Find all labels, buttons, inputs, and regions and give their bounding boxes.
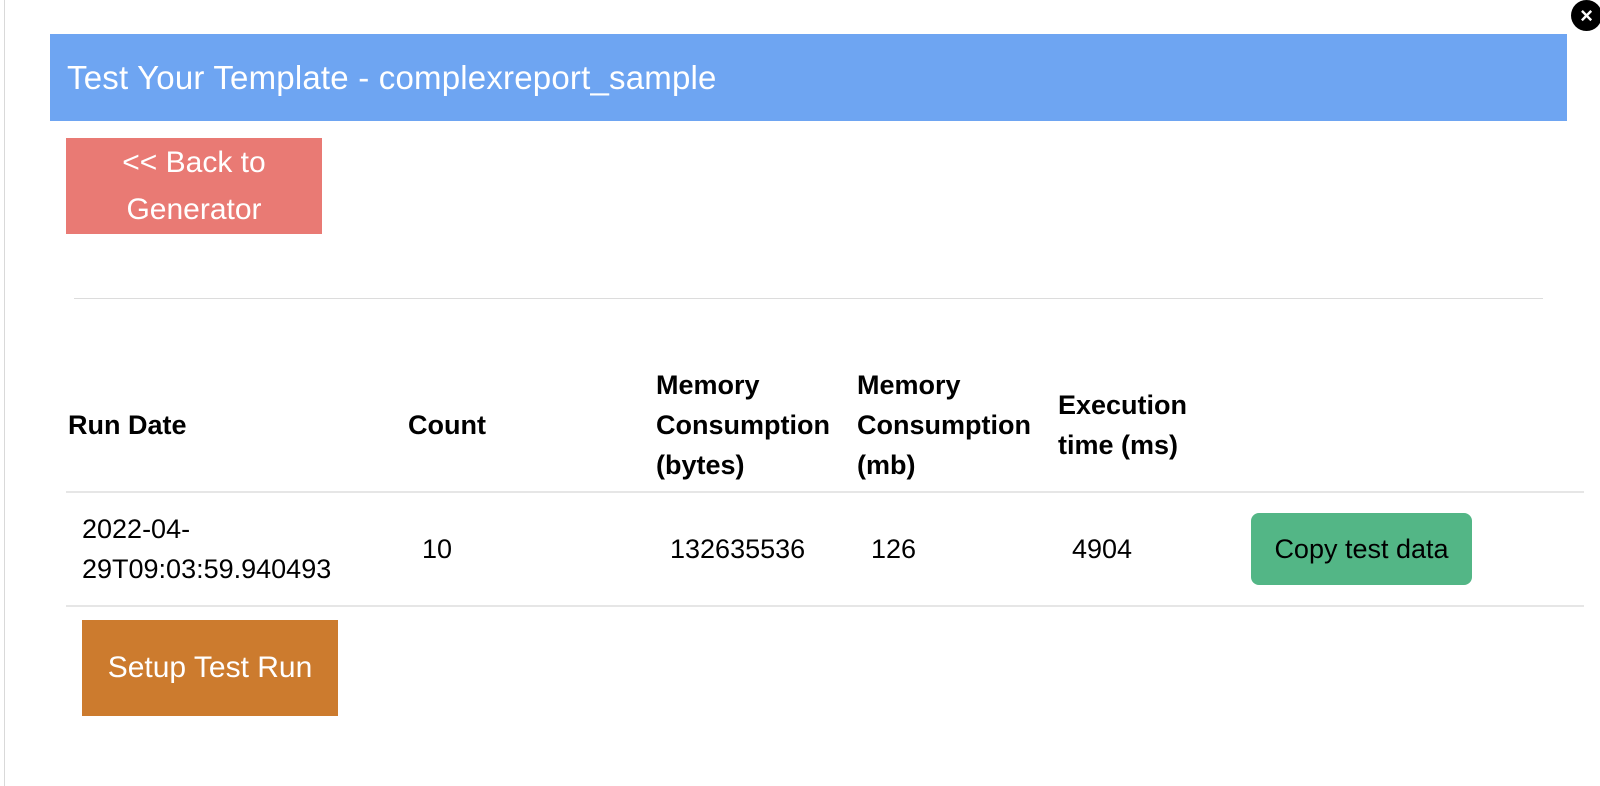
copy-test-data-button[interactable]: Copy test data <box>1251 513 1472 585</box>
cell-memory-mb: 126 <box>855 492 1056 607</box>
test-results-table: Run Date Count Memory Consumption (bytes… <box>66 365 1584 607</box>
table-row: 2022-04-29T09:03:59.940493 10 132635536 … <box>66 492 1584 607</box>
setup-test-run-button[interactable]: Setup Test Run <box>82 620 338 716</box>
column-header-memory-bytes: Memory Consumption (bytes) <box>654 365 855 493</box>
column-header-actions <box>1235 365 1584 493</box>
column-header-run-date: Run Date <box>66 365 406 493</box>
column-header-count: Count <box>406 365 654 493</box>
close-icon[interactable]: × <box>1571 0 1600 31</box>
test-template-dialog: × Test Your Template - complexreport_sam… <box>4 0 1600 786</box>
column-header-execution-time: Execution time (ms) <box>1056 365 1235 493</box>
page-title: Test Your Template - complexreport_sampl… <box>67 58 717 96</box>
divider <box>74 298 1543 299</box>
column-header-memory-mb: Memory Consumption (mb) <box>855 365 1056 493</box>
cell-run-date: 2022-04-29T09:03:59.940493 <box>66 492 406 607</box>
back-to-generator-button[interactable]: << Back to Generator <box>66 138 322 234</box>
cell-count: 10 <box>406 492 654 607</box>
cell-actions: Copy test data <box>1235 492 1584 607</box>
cell-memory-bytes: 132635536 <box>654 492 855 607</box>
dialog-header: Test Your Template - complexreport_sampl… <box>50 34 1567 121</box>
table-header-row: Run Date Count Memory Consumption (bytes… <box>66 365 1584 493</box>
cell-execution-time: 4904 <box>1056 492 1235 607</box>
